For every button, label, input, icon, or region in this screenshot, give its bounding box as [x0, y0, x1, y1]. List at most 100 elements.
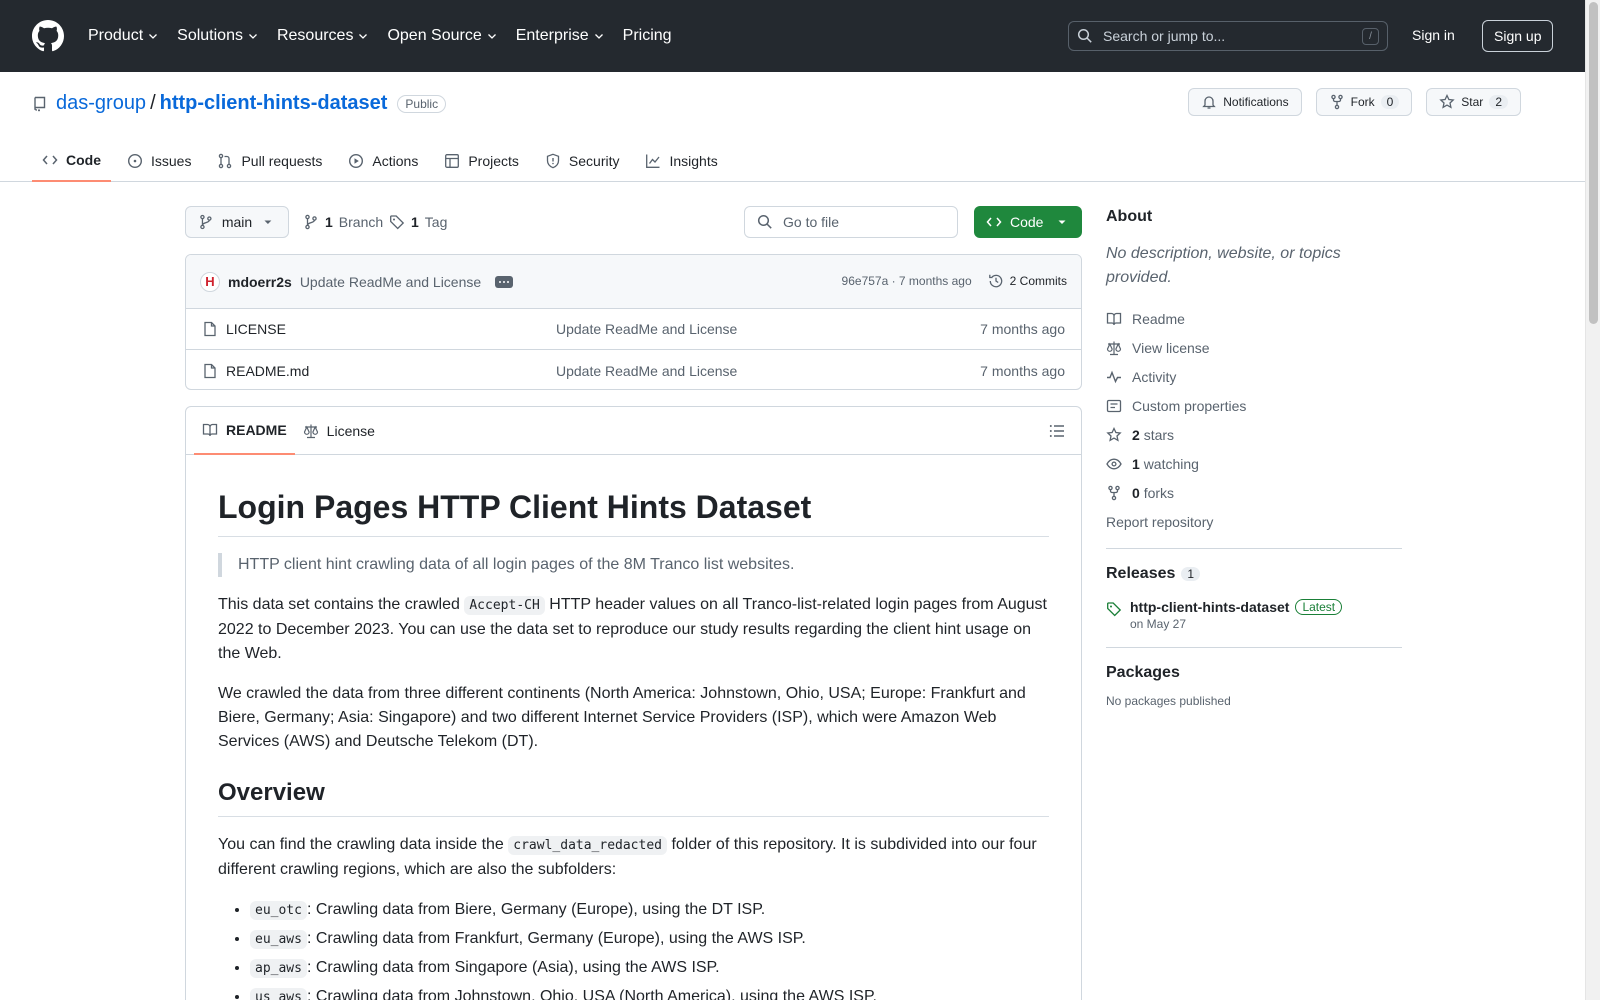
list-item: eu_aws: Crawling data from Frankfurt, Ge… — [250, 927, 1049, 952]
nav-product[interactable]: Product — [88, 27, 159, 45]
release-name[interactable]: http-client-hints-dataset — [1130, 599, 1289, 615]
avatar[interactable]: H — [200, 271, 220, 292]
file-listing: H mdoerr2s Update ReadMe and License 96e… — [185, 254, 1082, 390]
about-heading: About — [1106, 208, 1153, 225]
global-header: Product Solutions Resources Open Source … — [0, 0, 1585, 72]
packages-heading[interactable]: Packages — [1106, 664, 1402, 682]
watching-label: watching — [1143, 455, 1199, 472]
stars-label: stars — [1143, 426, 1175, 443]
sidebar-divider — [1106, 647, 1402, 648]
table-row[interactable]: README.md Update ReadMe and License 7 mo… — [186, 350, 1081, 389]
tab-readme[interactable]: README — [194, 407, 295, 455]
tab-code[interactable]: Code — [32, 140, 111, 182]
table-row[interactable]: LICENSE Update ReadMe and License 7 mont… — [186, 309, 1081, 350]
readme-heading-overview: Overview — [218, 778, 1049, 817]
scrollbar-thumb[interactable] — [1589, 2, 1598, 324]
releases-heading[interactable]: Releases 1 — [1106, 565, 1402, 583]
commit-author-link[interactable]: mdoerr2s — [228, 274, 292, 290]
fork-icon — [1108, 485, 1120, 500]
repo-header: das-group / http-client-hints-dataset Pu… — [0, 72, 1585, 182]
list-item: eu_otc: Crawling data from Biere, German… — [250, 898, 1049, 923]
file-commit-link[interactable]: Update ReadMe and License — [556, 363, 737, 379]
nav-solutions[interactable]: Solutions — [177, 27, 259, 45]
repo-owner-link[interactable]: das-group — [56, 92, 146, 115]
sidebar-forks-link[interactable]: 0 forks — [1106, 478, 1402, 507]
branch-name: main — [221, 214, 253, 230]
branch-count: 1 — [325, 214, 333, 230]
expand-commit-button[interactable] — [495, 275, 514, 288]
go-to-file-placeholder: Go to file — [783, 214, 840, 230]
star-icon — [1106, 426, 1122, 442]
list-unordered-icon[interactable] — [1049, 423, 1065, 439]
sidebar-activity-link[interactable]: Activity — [1106, 362, 1402, 391]
notifications-button[interactable]: Notifications — [1188, 88, 1302, 116]
tab-security[interactable]: Security — [535, 140, 630, 182]
releases-count: 1 — [1181, 567, 1201, 581]
go-to-file-input[interactable]: Go to file — [744, 206, 958, 238]
sidebar-watching-link[interactable]: 1 watching — [1106, 449, 1402, 478]
tab-issues-label: Issues — [151, 153, 192, 169]
law-icon — [303, 424, 318, 438]
chevron-down-icon — [594, 34, 603, 39]
star-icon — [1439, 94, 1455, 109]
fork-button[interactable]: Fork 0 — [1315, 88, 1413, 116]
nav-enterprise-label: Enterprise — [515, 27, 589, 44]
sidebar-custom-properties-link[interactable]: Custom properties — [1106, 391, 1402, 420]
tab-license[interactable]: License — [295, 407, 383, 455]
file-name-link[interactable]: README.md — [226, 363, 556, 379]
tab-issues[interactable]: Issues — [117, 140, 201, 182]
release-item[interactable]: http-client-hints-dataset Latest on May … — [1106, 599, 1402, 631]
repo-icon — [34, 96, 46, 111]
forks-count: 0 — [1132, 484, 1140, 501]
commit-message-link[interactable]: Update ReadMe and License — [300, 274, 481, 290]
sidebar-license-link[interactable]: View license — [1106, 333, 1402, 362]
tags-link[interactable]: 1 Tag — [389, 214, 447, 230]
commit-meta: 96e757a · 7 months ago 2 Commits — [842, 273, 1067, 289]
search-placeholder: Search or jump to... — [1103, 28, 1226, 44]
commits-history-link[interactable]: 2 Commits — [988, 273, 1067, 289]
readme-blockquote: HTTP client hint crawling data of all lo… — [218, 553, 1049, 577]
code-dropdown-button[interactable]: Code — [974, 206, 1082, 238]
sign-in-link[interactable]: Sign in — [1412, 27, 1455, 43]
sidebar-readme-link[interactable]: Readme — [1106, 304, 1402, 333]
sidebar-stars-link[interactable]: 2 stars — [1106, 420, 1402, 449]
tab-security-label: Security — [568, 153, 620, 169]
tag-icon — [390, 215, 405, 230]
branches-link[interactable]: 1 Branch — [303, 214, 383, 230]
page-scrollbar[interactable] — [1585, 0, 1600, 1000]
tab-projects[interactable]: Projects — [434, 140, 529, 182]
nav-pricing[interactable]: Pricing — [623, 27, 672, 45]
chevron-down-icon — [487, 34, 496, 39]
tab-insights[interactable]: Insights — [635, 140, 727, 182]
sidebar-activity-label: Activity — [1132, 368, 1177, 385]
star-button[interactable]: Star 2 — [1426, 88, 1521, 116]
repo-name-link[interactable]: http-client-hints-dataset — [160, 92, 388, 115]
nav-pricing-label: Pricing — [622, 27, 672, 44]
nav-enterprise[interactable]: Enterprise — [516, 27, 605, 45]
search-input[interactable]: Search or jump to... / — [1068, 21, 1388, 51]
github-logo-icon[interactable] — [32, 20, 64, 52]
bell-icon — [1202, 96, 1216, 109]
nav-solutions-label: Solutions — [177, 27, 243, 44]
nav-resources[interactable]: Resources — [277, 27, 369, 45]
code-icon — [42, 155, 58, 165]
readme-paragraph: We crawled the data from three different… — [218, 685, 1026, 750]
commit-sha-time[interactable]: 96e757a · 7 months ago — [842, 274, 972, 288]
file-name-link[interactable]: LICENSE — [226, 321, 556, 337]
nav-open-source-label: Open Source — [387, 27, 482, 44]
sign-up-button[interactable]: Sign up — [1482, 20, 1554, 52]
inline-code: ap_aws — [250, 959, 307, 978]
commits-count-label: 2 Commits — [1009, 274, 1067, 288]
file-commit-link[interactable]: Update ReadMe and License — [556, 321, 737, 337]
readme-list: eu_otc: Crawling data from Biere, German… — [218, 898, 1049, 1000]
avatar-letter: H — [205, 274, 215, 289]
tab-insights-label: Insights — [669, 153, 718, 169]
latest-commit-bar: H mdoerr2s Update ReadMe and License 96e… — [186, 255, 1081, 309]
tab-pull-requests[interactable]: Pull requests — [207, 140, 332, 182]
branch-select-button[interactable]: main — [185, 206, 289, 238]
tab-actions[interactable]: Actions — [338, 140, 428, 182]
report-repository-link[interactable]: Report repository — [1106, 507, 1402, 536]
nav-open-source[interactable]: Open Source — [387, 27, 497, 45]
nav-product-label: Product — [88, 27, 144, 44]
star-label: Star — [1461, 95, 1484, 109]
